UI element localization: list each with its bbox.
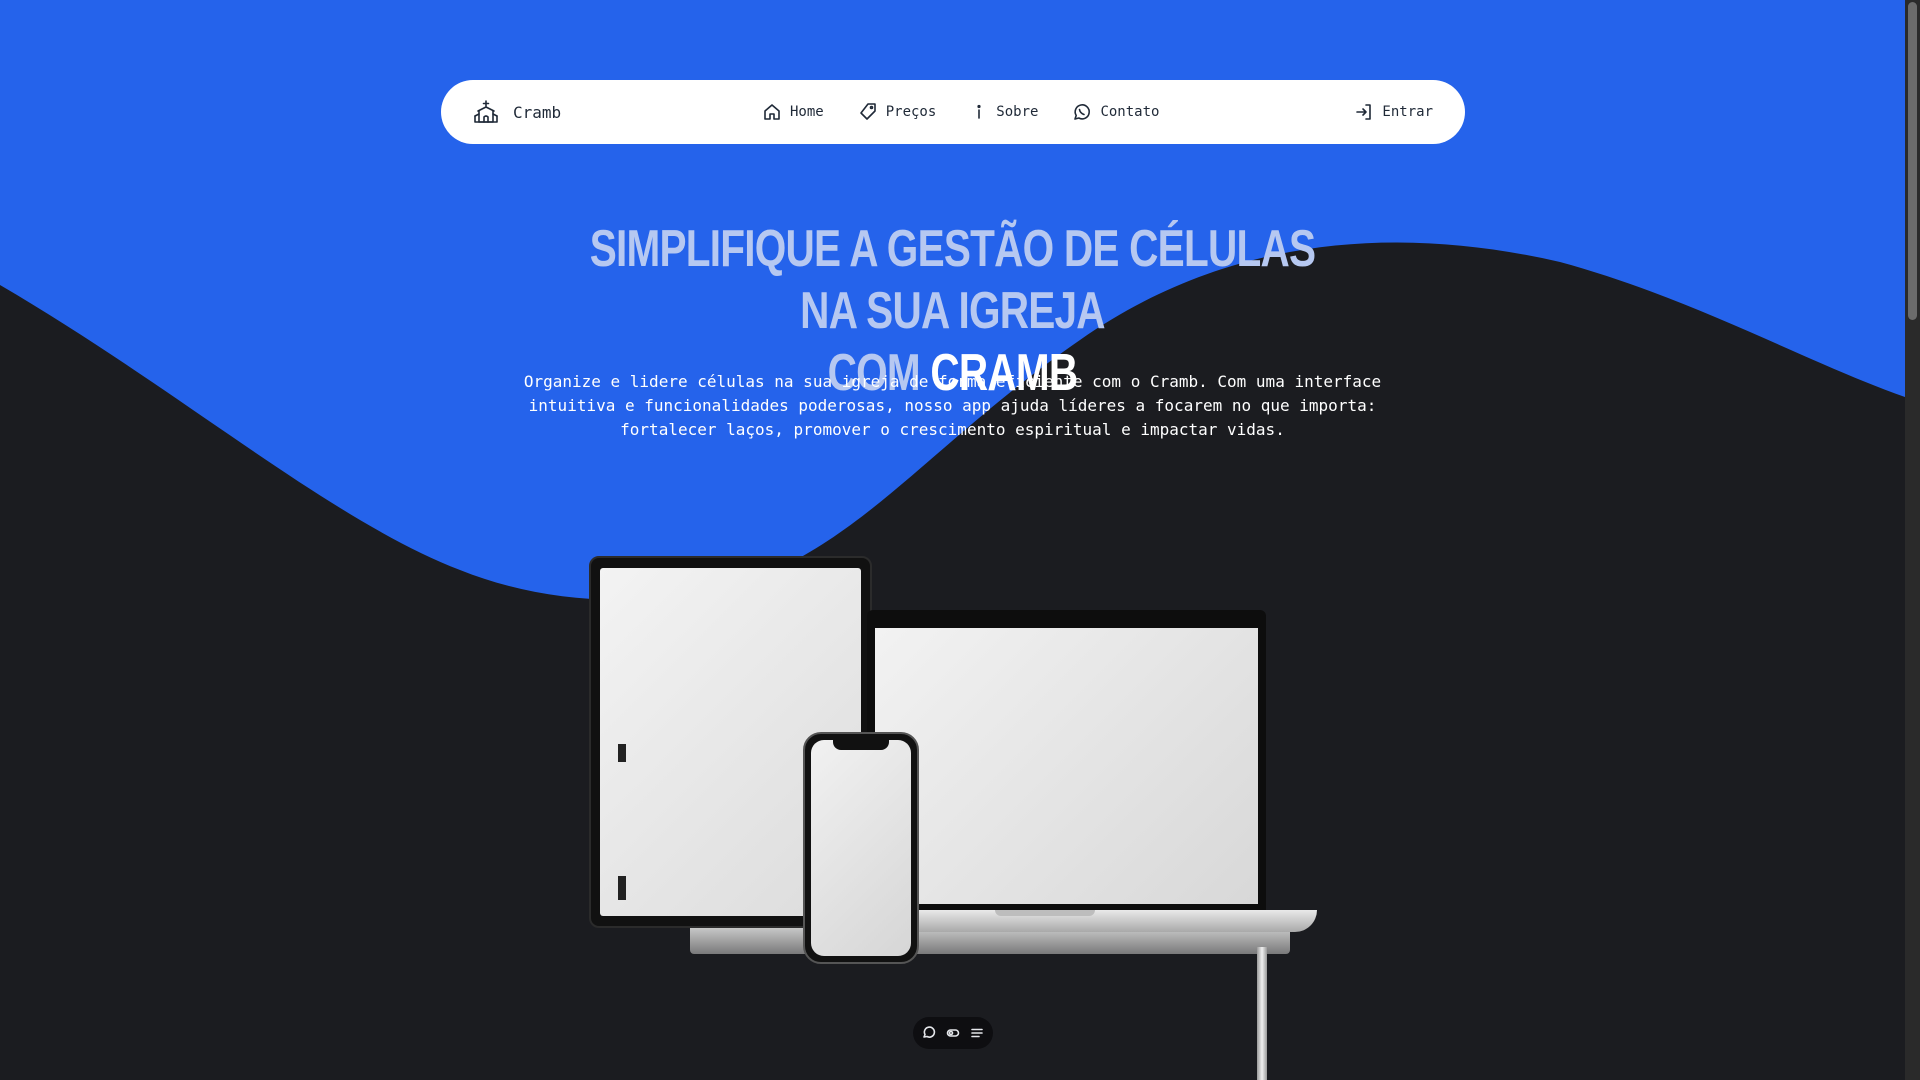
hero-title-line1: Simplifique a gestão de células na sua i…: [589, 220, 1316, 340]
phone-notch: [833, 740, 889, 750]
nav-link-label: Contato: [1100, 104, 1160, 120]
phone-device: [803, 732, 919, 964]
menu-icon[interactable]: [970, 1026, 984, 1040]
tablet-marker: [618, 876, 626, 900]
hero-description: Organize e lidere células na sua igreja …: [523, 372, 1382, 439]
brand[interactable]: Cramb: [473, 99, 561, 125]
brand-name: Cramb: [513, 102, 562, 122]
laptop-device: [867, 610, 1266, 912]
main-navbar: Cramb Home Preços Sobre Contato Entrar: [441, 80, 1465, 144]
tag-icon: [858, 102, 878, 122]
nav-link-label: Sobre: [996, 104, 1039, 120]
info-icon: [970, 102, 988, 122]
chat-icon[interactable]: [922, 1026, 936, 1040]
laptop-notch: [995, 910, 1095, 916]
toggle-icon[interactable]: [946, 1026, 960, 1040]
login-button[interactable]: Entrar: [1355, 80, 1433, 144]
nav-link-contato[interactable]: Contato: [1072, 102, 1159, 122]
home-icon: [762, 102, 782, 122]
scrollbar-thumb[interactable]: [1908, 2, 1917, 320]
desk-leg: [1257, 947, 1267, 1080]
church-icon: [473, 99, 499, 125]
phone-screen: [811, 740, 911, 956]
whatsapp-icon: [1072, 102, 1092, 122]
devices-mockup: [585, 552, 1325, 1080]
nav-link-label: Home: [790, 104, 824, 120]
nav-link-precos[interactable]: Preços: [858, 102, 937, 122]
page-scrollbar[interactable]: [1905, 0, 1920, 1080]
login-icon: [1355, 103, 1373, 121]
laptop-screen: [875, 628, 1258, 904]
floating-toolbar: [913, 1017, 993, 1049]
nav-link-home[interactable]: Home: [762, 102, 824, 122]
login-label: Entrar: [1382, 104, 1433, 120]
nav-link-sobre[interactable]: Sobre: [970, 102, 1038, 122]
nav-link-label: Preços: [885, 104, 937, 120]
nav-links: Home Preços Sobre Contato: [762, 80, 1159, 144]
tablet-marker: [618, 744, 626, 762]
